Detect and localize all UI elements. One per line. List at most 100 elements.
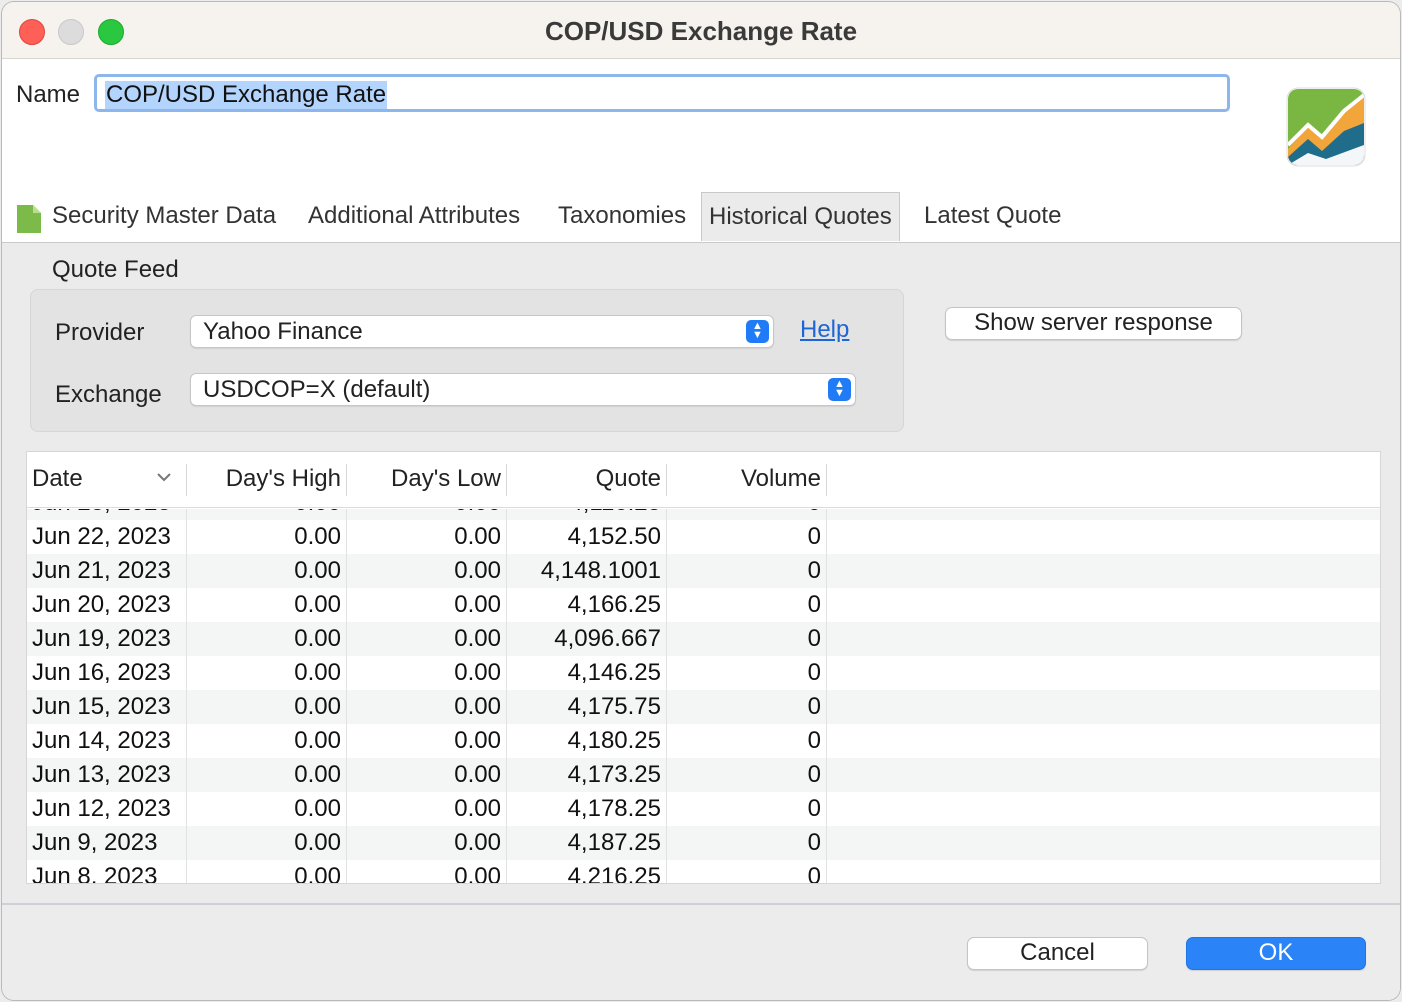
table-cell-volume: 0 xyxy=(807,659,821,686)
table-cell-quote: 4,166.25 xyxy=(567,591,661,618)
table-cell-days-high: 0.00 xyxy=(294,829,341,856)
table-cell-days-high: 0.00 xyxy=(294,761,341,788)
name-section: Name COP/USD Exchange Rate xyxy=(2,59,1400,192)
provider-select[interactable]: Yahoo Finance ▲ ▼ xyxy=(190,315,774,348)
tab-additional-attributes[interactable]: Additional Attributes xyxy=(308,202,520,230)
table-cell-days-high: 0.00 xyxy=(294,557,341,584)
table-row[interactable]: Jun 15, 2023 0.00 0.00 4,175.75 0 xyxy=(27,690,1380,724)
table-row[interactable]: Jun 16, 2023 0.00 0.00 4,146.25 0 xyxy=(27,656,1380,690)
table-cell-days-low: 0.00 xyxy=(454,863,501,883)
table-cell-volume: 0 xyxy=(807,523,821,550)
exchange-label: Exchange xyxy=(55,381,162,408)
table-cell-date: Jun 19, 2023 xyxy=(32,625,171,652)
table-cell-quote: 4,146.25 xyxy=(567,659,661,686)
table-cell-days-low: 0.00 xyxy=(454,523,501,550)
column-header-quote[interactable]: Quote xyxy=(596,465,661,493)
table-cell-volume: 0 xyxy=(807,829,821,856)
window-title: COP/USD Exchange Rate xyxy=(544,16,858,46)
dialog-window: COP/USD Exchange Rate Name COP/USD Excha… xyxy=(2,2,1400,1000)
dialog-footer: Cancel OK xyxy=(2,905,1400,1000)
table-cell-volume: 0 xyxy=(807,727,821,754)
table-cell-quote: 4,175.75 xyxy=(567,693,661,720)
quote-feed-group: Provider Yahoo Finance ▲ ▼ Exchange USDCO… xyxy=(30,289,904,432)
table-cell-volume: 0 xyxy=(807,693,821,720)
table-cell-quote: 4,152.50 xyxy=(567,523,661,550)
table-cell-date: Jun 20, 2023 xyxy=(32,591,171,618)
table-cell-date: Jun 15, 2023 xyxy=(32,693,171,720)
table-header: Date Day's High Day's Low Quote Volume xyxy=(27,452,1380,508)
table-cell-days-high: 0.00 xyxy=(294,591,341,618)
name-label: Name xyxy=(16,81,81,108)
tab-security-master-data[interactable]: Security Master Data xyxy=(52,202,276,230)
column-header-days-high[interactable]: Day's High xyxy=(226,465,341,493)
table-cell-quote: 4,116.25 xyxy=(569,509,661,517)
chevron-up-down-icon: ▲ ▼ xyxy=(828,378,851,401)
name-input[interactable]: COP/USD Exchange Rate xyxy=(94,74,1230,112)
exchange-select-value: USDCOP=X (default) xyxy=(203,376,431,403)
provider-select-value: Yahoo Finance xyxy=(203,318,363,345)
table-row[interactable]: Jun 22, 2023 0.00 0.00 4,152.50 0 xyxy=(27,520,1380,554)
title-bar: COP/USD Exchange Rate xyxy=(2,2,1400,59)
table-cell-date: Jun 21, 2023 xyxy=(32,557,171,584)
table-cell-days-low: 0.00 xyxy=(454,557,501,584)
tab-latest-quote[interactable]: Latest Quote xyxy=(924,202,1061,230)
table-row[interactable]: Jun 21, 2023 0.00 0.00 4,148.1001 0 xyxy=(27,554,1380,588)
table-cell-date: Jun 16, 2023 xyxy=(32,659,171,686)
table-cell-days-low: 0.00 xyxy=(454,693,501,720)
table-cell-date: Jun 8, 2023 xyxy=(32,863,158,883)
quote-feed-label: Quote Feed xyxy=(52,256,179,283)
tab-bar: Security Master Data Additional Attribut… xyxy=(2,192,1400,243)
show-server-response-button[interactable]: Show server response xyxy=(945,307,1242,340)
name-input-value: COP/USD Exchange Rate xyxy=(105,81,388,109)
table-cell-date: Jun 12, 2023 xyxy=(32,795,171,822)
table-row[interactable]: Jun 19, 2023 0.00 0.00 4,096.667 0 xyxy=(27,622,1380,656)
table-cell-days-low: 0.00 xyxy=(454,625,501,652)
table-row[interactable]: Jun 20, 2023 0.00 0.00 4,166.25 0 xyxy=(27,588,1380,622)
table-cell-days-high: 0.00 xyxy=(294,727,341,754)
table-cell-days-high: 0.00 xyxy=(294,625,341,652)
table-cell-date: Jun 9, 2023 xyxy=(32,829,158,856)
table-cell-volume: 0 xyxy=(807,591,821,618)
table-cell-days-high: 0.00 xyxy=(294,509,341,517)
ok-button[interactable]: OK xyxy=(1186,937,1366,970)
table-cell-volume: 0 xyxy=(807,863,821,883)
portfolio-performance-chart-icon xyxy=(1286,87,1366,167)
table-row[interactable]: Jun 9, 2023 0.00 0.00 4,187.25 0 xyxy=(27,826,1380,860)
provider-label: Provider xyxy=(55,319,145,346)
table-cell-days-high: 0.00 xyxy=(294,659,341,686)
column-header-days-low[interactable]: Day's Low xyxy=(391,465,501,493)
table-cell-days-high: 0.00 xyxy=(294,693,341,720)
table-rows: Jun 23, 20230.000.004,116.250Jun 22, 202… xyxy=(27,509,1380,883)
table-cell-volume: 0 xyxy=(807,625,821,652)
table-cell-volume: 0 xyxy=(808,509,821,517)
help-link[interactable]: Help xyxy=(800,316,849,344)
table-cell-days-high: 0.00 xyxy=(294,795,341,822)
table-cell-days-low: 0.00 xyxy=(454,761,501,788)
table-row[interactable]: Jun 23, 2023 0.00 0.00 4,116.25 0 xyxy=(27,509,1380,520)
historical-quotes-panel: Quote Feed Provider Yahoo Finance ▲ ▼ Exc… xyxy=(2,243,1400,903)
tab-taxonomies[interactable]: Taxonomies xyxy=(558,202,686,230)
table-cell-quote: 4,096.667 xyxy=(554,625,661,652)
column-header-volume[interactable]: Volume xyxy=(741,465,821,493)
historical-quotes-table: Date Day's High Day's Low Quote Volume J… xyxy=(26,451,1381,884)
chevron-up-down-icon: ▲ ▼ xyxy=(746,320,769,343)
table-cell-date: Jun 23, 2023 xyxy=(32,509,171,517)
exchange-select[interactable]: USDCOP=X (default) ▲ ▼ xyxy=(190,373,856,406)
table-body: Jun 23, 20230.000.004,116.250Jun 22, 202… xyxy=(27,509,1380,883)
table-cell-days-low: 0.00 xyxy=(454,727,501,754)
table-cell-days-low: 0.00 xyxy=(454,829,501,856)
table-cell-date: Jun 14, 2023 xyxy=(32,727,171,754)
tab-historical-quotes[interactable]: Historical Quotes xyxy=(701,192,900,241)
table-cell-quote: 4,180.25 xyxy=(567,727,661,754)
table-row[interactable]: Jun 8, 2023 0.00 0.00 4,216.25 0 xyxy=(27,860,1380,883)
table-cell-volume: 0 xyxy=(807,557,821,584)
table-cell-quote: 4,216.25 xyxy=(567,863,661,883)
table-cell-volume: 0 xyxy=(807,761,821,788)
column-header-date[interactable]: Date xyxy=(32,465,83,493)
table-cell-quote: 4,178.25 xyxy=(567,795,661,822)
table-row[interactable]: Jun 13, 2023 0.00 0.00 4,173.25 0 xyxy=(27,758,1380,792)
cancel-button[interactable]: Cancel xyxy=(967,937,1148,970)
table-row[interactable]: Jun 14, 2023 0.00 0.00 4,180.25 0 xyxy=(27,724,1380,758)
chevron-down-icon[interactable] xyxy=(157,472,171,482)
table-row[interactable]: Jun 12, 2023 0.00 0.00 4,178.25 0 xyxy=(27,792,1380,826)
